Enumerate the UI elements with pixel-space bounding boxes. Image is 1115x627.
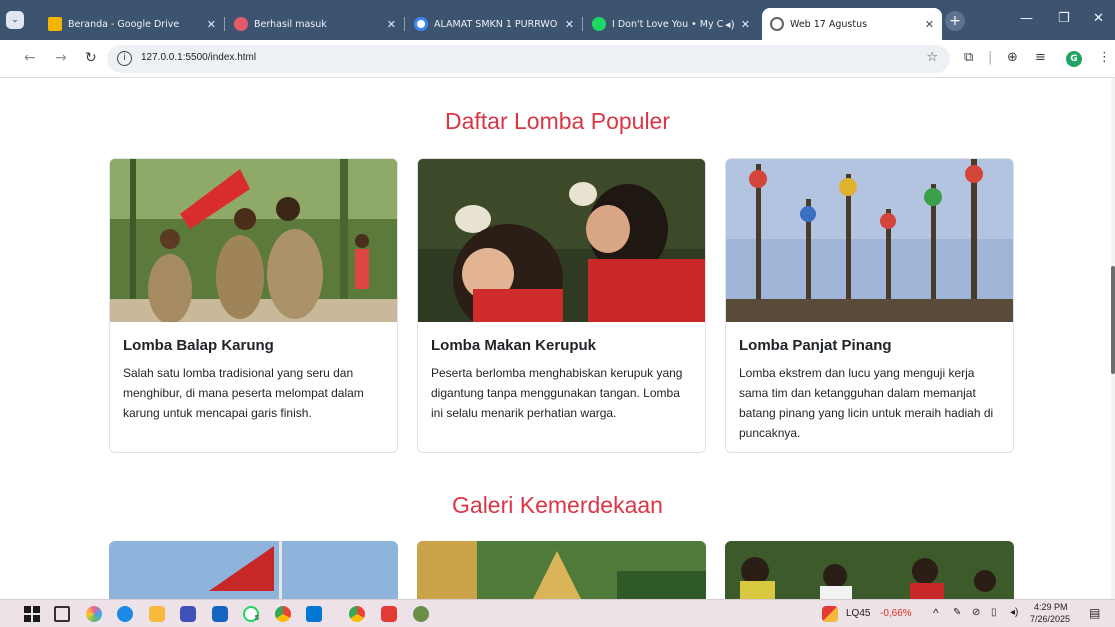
site-info-icon[interactable]: i (117, 51, 132, 66)
close-icon[interactable]: ✕ (741, 18, 750, 31)
makan-kerupuk-photo (418, 159, 705, 322)
spotify-icon (592, 17, 606, 31)
game-icon[interactable] (413, 606, 429, 622)
stock-name[interactable]: LQ45 (846, 608, 870, 619)
whatsapp-badge: 5 (255, 615, 259, 622)
windows-start-icon[interactable] (24, 606, 40, 622)
tab-divider (582, 17, 583, 31)
galeri-section-title: Galeri Kemerdekaan (452, 492, 663, 518)
notification-icon[interactable]: ▤ (1089, 606, 1100, 620)
tab-google-drive[interactable]: Beranda - Google Drive ✕ (40, 8, 224, 40)
tab-label: Web 17 Agustus (790, 18, 868, 30)
toolbar-divider: | (988, 50, 993, 65)
tab-divider (224, 17, 225, 31)
menu-icon[interactable]: ⋮ (1098, 50, 1111, 65)
new-tab-button[interactable]: + (945, 11, 965, 31)
stock-change[interactable]: -0,66% (880, 608, 912, 619)
close-icon[interactable]: ✕ (925, 18, 934, 31)
card-title: Lomba Panjat Pinang (739, 337, 892, 354)
tab-label: ALAMAT SMKN 1 PURRWO (434, 18, 558, 30)
address-bar[interactable]: i 127.0.0.1:5500/index.html ☆ (107, 45, 950, 73)
balap-karung-photo (110, 159, 397, 322)
store-icon[interactable] (180, 606, 196, 622)
app-icon[interactable] (381, 606, 397, 622)
gallery-image (417, 541, 706, 599)
tab-web-17-agustus[interactable]: Web 17 Agustus ✕ (762, 8, 942, 40)
forward-button[interactable]: → (55, 50, 67, 66)
globe-icon (770, 17, 784, 31)
profile-avatar[interactable]: G (1066, 51, 1082, 67)
crowd-photo (725, 541, 1014, 599)
outlook-icon[interactable] (212, 606, 228, 622)
battery-icon[interactable]: ▯ (991, 607, 997, 618)
card-title: Lomba Balap Karung (123, 337, 274, 354)
browser-tab-strip: ⌄ Beranda - Google Drive ✕ Berhasil masu… (0, 0, 1115, 40)
speaker-icon: ◂) (724, 17, 735, 31)
task-view-icon[interactable] (54, 606, 70, 622)
close-icon[interactable]: ✕ (565, 18, 574, 31)
back-button[interactable]: ← (24, 50, 36, 66)
clock-time[interactable]: 4:29 PM (1034, 602, 1068, 612)
file-explorer-icon[interactable] (149, 606, 165, 622)
edge-icon[interactable] (117, 606, 133, 622)
heart-icon (234, 17, 248, 31)
tab-spotify[interactable]: I Don't Love You • My C ◂) ✕ (584, 8, 758, 40)
lomba-card: Lomba Makan Kerupuk Peserta berlomba men… (417, 158, 706, 453)
tab-label: I Don't Love You • My C (612, 18, 723, 30)
chevron-up-icon[interactable]: ^ (933, 606, 939, 620)
vscode-icon[interactable] (306, 606, 322, 622)
lomba-card: Lomba Balap Karung Salah satu lomba trad… (109, 158, 398, 453)
lomba-section-title: Daftar Lomba Populer (444, 108, 670, 134)
tab-alamat-smkn[interactable]: ALAMAT SMKN 1 PURRWO ✕ (406, 8, 582, 40)
flag-photo (109, 541, 398, 599)
tab-label: Beranda - Google Drive (68, 18, 180, 30)
tab-berhasil-masuk[interactable]: Berhasil masuk ✕ (226, 8, 404, 40)
chrome-profile-icon[interactable] (349, 606, 365, 622)
stock-trend-icon (822, 606, 838, 622)
clock-date[interactable]: 7/26/2025 (1030, 614, 1070, 624)
tab-label: Berhasil masuk (254, 18, 327, 30)
reading-list-icon[interactable]: ≡ (1035, 50, 1046, 65)
network-icon[interactable]: ⊘ (972, 607, 980, 618)
windows-taskbar: 5 LQ45 -0,66% ^ ✎ ⊘ ▯ ◂) 4:29 PM 7/26/20… (0, 599, 1115, 627)
restore-button[interactable]: ❐ (1058, 11, 1070, 26)
close-icon[interactable]: ✕ (387, 18, 396, 31)
extensions-icon[interactable]: ⧉ (964, 50, 973, 65)
google-drive-icon (48, 17, 62, 31)
card-description: Lomba ekstrem dan lucu yang menguji kerj… (739, 366, 994, 440)
url-text[interactable]: 127.0.0.1:5500/index.html (141, 52, 256, 63)
browser-toolbar: ← → ↻ i 127.0.0.1:5500/index.html ☆ ⧉ | … (0, 40, 1115, 78)
page-scrollbar[interactable] (1111, 78, 1115, 599)
panjat-pinang-photo (726, 159, 1013, 322)
page-viewport: Daftar Lomba Populer Lomba Balap Karung … (0, 78, 1115, 599)
card-title: Lomba Makan Kerupuk (431, 337, 597, 354)
download-icon[interactable]: ⊕ (1007, 50, 1018, 65)
copilot-icon[interactable] (86, 606, 102, 622)
close-window-button[interactable]: ✕ (1093, 11, 1104, 26)
gallery-image (109, 541, 398, 599)
close-icon[interactable]: ✕ (207, 18, 216, 31)
reload-button[interactable]: ↻ (85, 50, 97, 66)
bookmark-star-icon[interactable]: ☆ (926, 50, 938, 65)
google-icon (414, 17, 428, 31)
scrollbar-thumb[interactable] (1111, 266, 1115, 374)
tab-search-button[interactable]: ⌄ (6, 11, 24, 29)
card-description: Salah satu lomba tradisional yang seru d… (123, 366, 364, 420)
gallery-image (725, 541, 1014, 599)
gapura-photo (417, 541, 706, 599)
card-description: Peserta berlomba menghabiskan kerupuk ya… (431, 366, 683, 420)
tab-divider (404, 17, 405, 31)
chrome-icon[interactable] (275, 606, 291, 622)
pen-icon[interactable]: ✎ (953, 607, 961, 618)
lomba-card: Lomba Panjat Pinang Lomba ekstrem dan lu… (725, 158, 1014, 453)
minimize-button[interactable]: — (1020, 11, 1033, 26)
volume-icon[interactable]: ◂) (1010, 607, 1018, 618)
